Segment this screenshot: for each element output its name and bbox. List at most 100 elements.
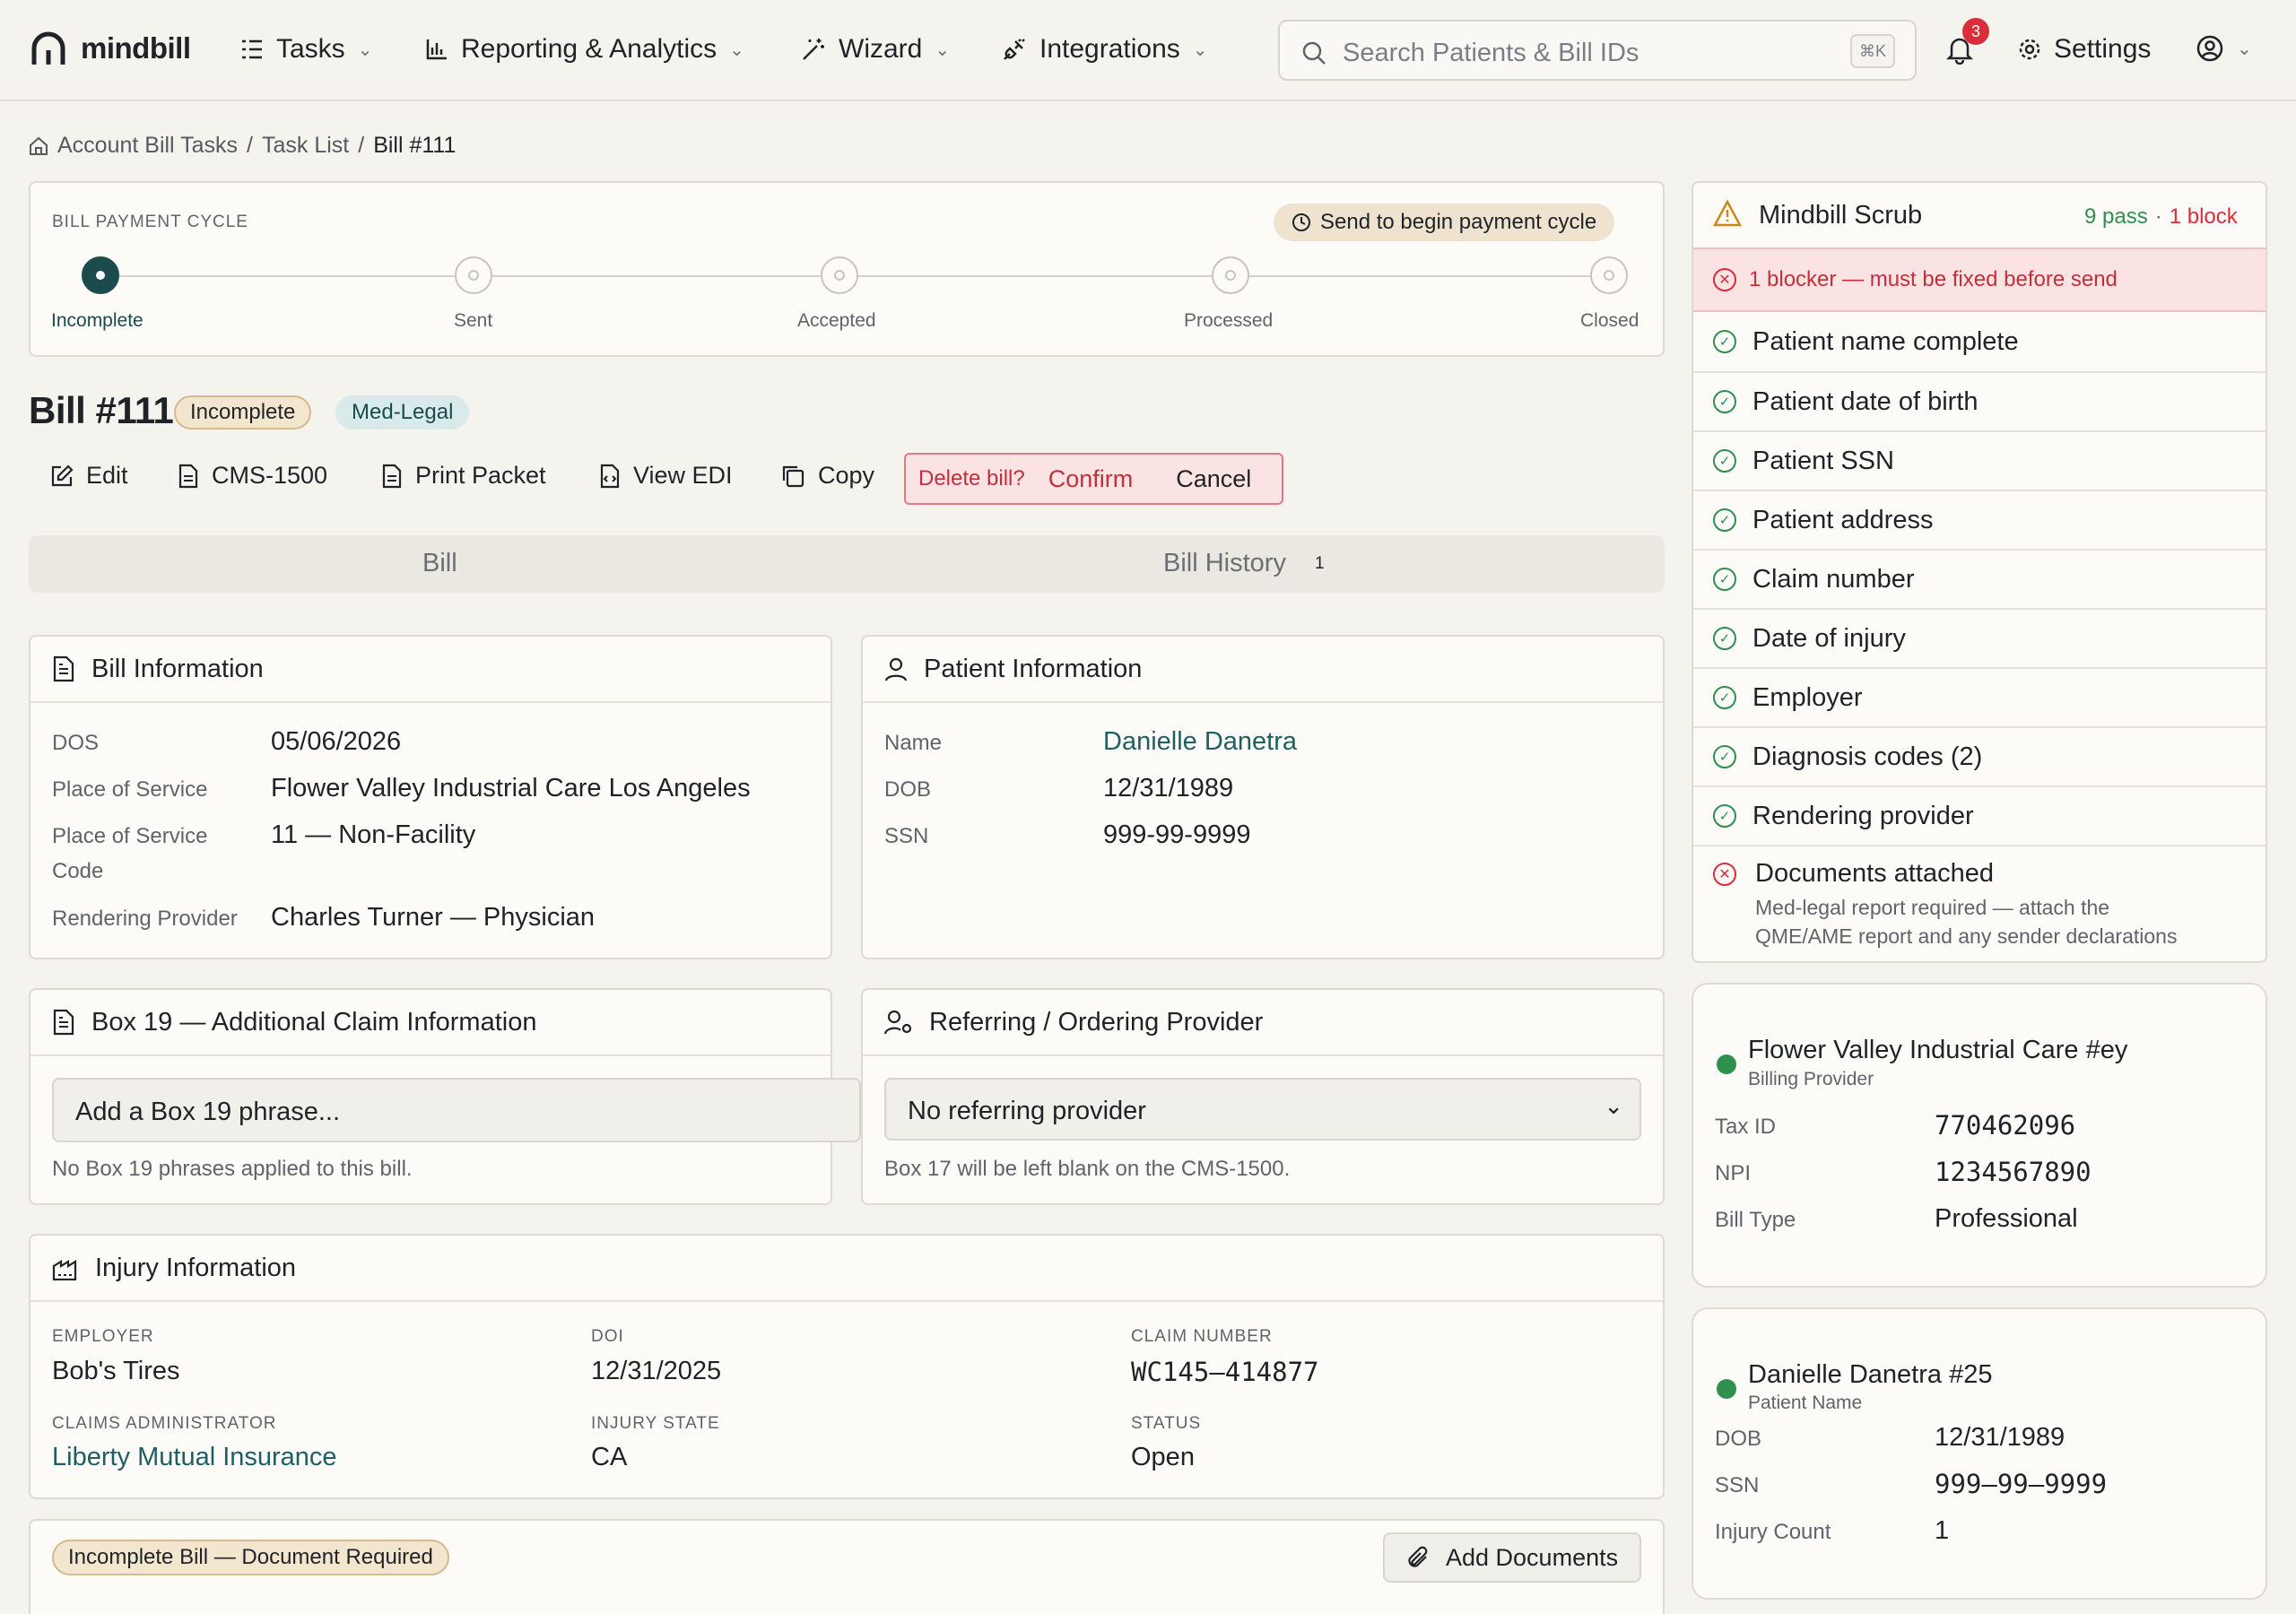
- patient-card-name: Danielle Danetra #25: [1748, 1360, 1993, 1389]
- brand[interactable]: mindbill: [30, 30, 191, 66]
- employer-label: EMPLOYER: [52, 1327, 154, 1346]
- check-circle-icon: ✓: [1713, 508, 1736, 532]
- cms-1500-button[interactable]: CMS-1500: [178, 462, 327, 490]
- type-badge: Med-Legal: [335, 395, 470, 430]
- notification-count-badge: 3: [1962, 18, 1989, 45]
- cms-1500-label: CMS-1500: [212, 462, 328, 489]
- scrub-check-item: ✓ Employer: [1693, 667, 2266, 726]
- step-accepted-dot: [821, 256, 858, 294]
- code-file-icon: [600, 464, 620, 488]
- scrub-failed-detail-line1: Med-legal report required — attach the: [1755, 896, 2110, 919]
- scrub-summary: 9 pass · 1 block: [2084, 204, 2238, 230]
- x-circle-icon: ✕: [1713, 863, 1736, 886]
- patient-card-ssn-label: SSN: [1715, 1473, 1760, 1497]
- scrub-blocker-banner: ✕ 1 blocker — must be fixed before send: [1693, 247, 2266, 312]
- document-icon: [53, 1009, 74, 1036]
- scrub-failed-detail-line2: QME/AME report and any sender declaratio…: [1755, 924, 2178, 948]
- add-documents-button[interactable]: Add Documents: [1383, 1532, 1641, 1583]
- pos-label: Place of Service: [52, 777, 208, 802]
- employer-value: Bob's Tires: [52, 1357, 180, 1385]
- patient-card-dob-label: DOB: [1715, 1427, 1762, 1451]
- injury-information-header: Injury Information: [30, 1236, 1663, 1302]
- document-icon: [178, 464, 198, 488]
- x-circle-icon: ✕: [1713, 268, 1736, 291]
- status-dot: [1717, 1379, 1736, 1399]
- confirm-delete-button[interactable]: Confirm: [1048, 465, 1134, 493]
- gear-icon: [2019, 39, 2040, 60]
- clock-icon: [1292, 213, 1310, 231]
- box19-phrase-input[interactable]: Add a Box 19 phrase...: [52, 1078, 861, 1142]
- scrub-check-label: Patient date of birth: [1752, 386, 1979, 416]
- warning-icon: [1713, 200, 1742, 227]
- scrub-check-item: ✓ Patient SSN: [1693, 430, 2266, 490]
- nav-integrations[interactable]: Integrations ⌄: [1002, 34, 1208, 65]
- injury-state-label: INJURY STATE: [591, 1414, 720, 1433]
- referring-provider-header: Referring / Ordering Provider: [863, 990, 1663, 1056]
- check-circle-icon: ✓: [1713, 804, 1736, 828]
- copy-button[interactable]: Copy: [780, 462, 874, 490]
- tab-bill-history[interactable]: Bill History 1: [1163, 549, 1325, 578]
- step-sent-dot: [455, 256, 492, 294]
- pos-code-label-line2: Code: [52, 859, 104, 883]
- injury-information-title: Injury Information: [95, 1253, 297, 1282]
- edit-icon: [51, 464, 74, 486]
- claim-status-label: STATUS: [1131, 1414, 1202, 1433]
- step-processed-dot: [1212, 256, 1249, 294]
- patient-information-card: Patient Information: [861, 635, 1665, 959]
- scrub-block-count: 1 block: [2169, 204, 2238, 229]
- check-circle-icon: ✓: [1713, 449, 1736, 473]
- scrub-pass-count: 9 pass: [2084, 204, 2148, 229]
- patient-ssn-value: 999-99-9999: [1103, 820, 1251, 849]
- plug-icon: [1004, 39, 1025, 60]
- box19-note: No Box 19 phrases applied to this bill.: [52, 1157, 413, 1181]
- document-icon: [382, 464, 402, 488]
- payment-cycle-title: BILL PAYMENT CYCLE: [52, 213, 248, 231]
- search-placeholder: Search Patients & Bill IDs: [1343, 39, 1639, 67]
- scrub-check-label: Patient name complete: [1752, 326, 2019, 356]
- nav-wizard-label: Wizard: [839, 34, 923, 64]
- nav-wizard[interactable]: Wizard ⌄: [801, 34, 950, 65]
- settings-label: Settings: [2054, 34, 2152, 64]
- bill-type-label: Bill Type: [1715, 1208, 1796, 1232]
- step-incomplete-label: Incomplete: [51, 310, 144, 331]
- npi-label: NPI: [1715, 1161, 1752, 1185]
- settings-button[interactable]: Settings: [2018, 34, 2151, 65]
- user-circle-icon: [2196, 35, 2223, 62]
- scrub-check-label: Patient address: [1752, 505, 1934, 534]
- check-circle-icon: ✓: [1713, 390, 1736, 413]
- document-required-badge: Incomplete Bill — Document Required: [52, 1540, 449, 1575]
- patient-dob-value: 12/31/1989: [1103, 774, 1234, 803]
- injury-count-label: Injury Count: [1715, 1520, 1831, 1544]
- view-edi-button[interactable]: View EDI: [599, 462, 733, 490]
- edit-button[interactable]: Edit: [50, 462, 128, 490]
- scrub-check-label: Rendering provider: [1752, 801, 1974, 830]
- nav-reporting[interactable]: Reporting & Analytics ⌄: [425, 34, 744, 65]
- search-input[interactable]: Search Patients & Bill IDs ⌘K: [1278, 20, 1917, 81]
- claims-administrator-link[interactable]: Liberty Mutual Insurance: [52, 1443, 337, 1472]
- user-menu[interactable]: ⌄: [2196, 34, 2252, 63]
- copy-icon: [782, 465, 804, 487]
- tab-bar: [29, 535, 1665, 593]
- claim-status-value: Open: [1131, 1443, 1195, 1471]
- referring-provider-select[interactable]: No referring provider ⌄: [884, 1078, 1641, 1141]
- rendering-provider-label: Rendering Provider: [52, 907, 238, 931]
- print-packet-button[interactable]: Print Packet: [381, 462, 546, 490]
- breadcrumb-task-list[interactable]: Task List: [262, 133, 349, 159]
- breadcrumb-separator: /: [358, 133, 365, 158]
- check-circle-icon: ✓: [1713, 330, 1736, 353]
- patient-summary-card: [1692, 1307, 2267, 1600]
- tab-bill[interactable]: Bill: [422, 549, 457, 578]
- add-documents-label: Add Documents: [1446, 1543, 1619, 1571]
- patient-name-link[interactable]: Danielle Danetra: [1103, 727, 1297, 757]
- scrub-check-item: ✓ Date of injury: [1693, 608, 2266, 667]
- billing-provider-name: Flower Valley Industrial Care #ey: [1748, 1036, 2128, 1064]
- scrub-check-item: ✓ Diagnosis codes (2): [1693, 726, 2266, 785]
- nav-tasks[interactable]: Tasks ⌄: [240, 34, 372, 65]
- breadcrumb-separator: /: [247, 133, 253, 158]
- box19-title: Box 19 — Additional Claim Information: [91, 1007, 537, 1037]
- cancel-delete-button[interactable]: Cancel: [1176, 465, 1251, 493]
- pos-value: Flower Valley Industrial Care Los Angele…: [271, 774, 751, 803]
- notifications-button[interactable]: 3: [1944, 18, 1989, 65]
- claim-number-label: CLAIM NUMBER: [1131, 1327, 1273, 1346]
- breadcrumb-account-bill-tasks[interactable]: Account Bill Tasks: [57, 133, 238, 159]
